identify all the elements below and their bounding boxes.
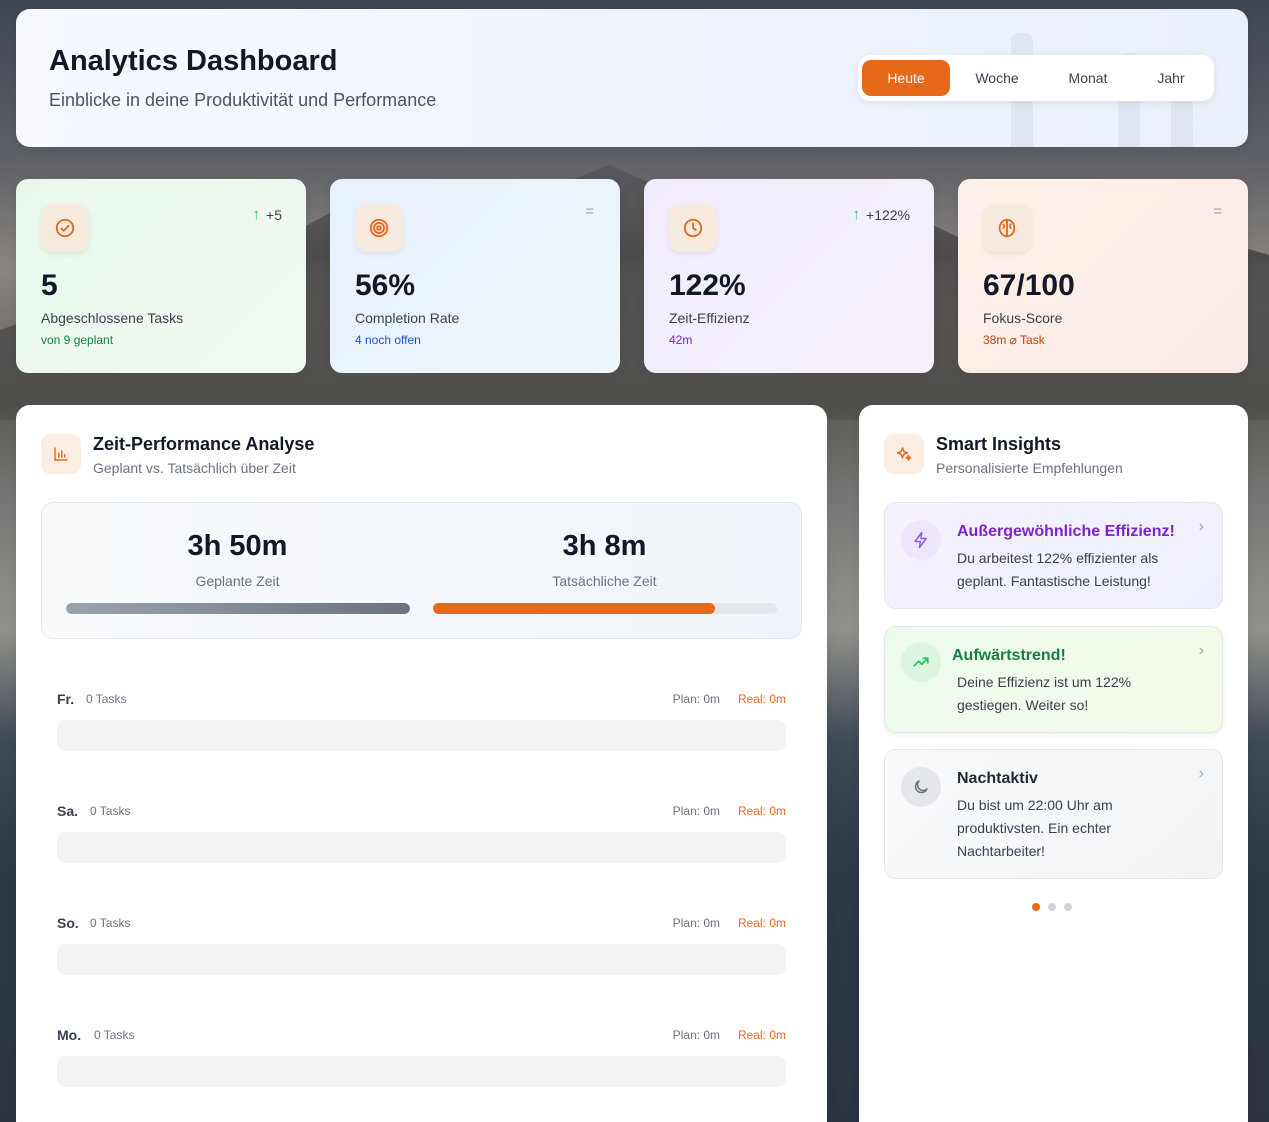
period-tab-woche[interactable]: Woche xyxy=(950,60,1044,96)
day-bar xyxy=(57,944,786,975)
period-selector: Heute Woche Monat Jahr xyxy=(858,55,1214,101)
planned-vs-actual-summary: 3h 50m Geplante Zeit 3h 8m Tatsächliche … xyxy=(41,502,802,639)
pager-dot[interactable] xyxy=(1032,903,1040,911)
trend-value: +5 xyxy=(266,206,282,223)
period-tab-monat[interactable]: Monat xyxy=(1044,60,1132,96)
day-name: So. xyxy=(57,915,79,931)
trend-indicator: ↑ +122% xyxy=(853,206,910,223)
day-plan: Plan: 0m xyxy=(672,692,720,706)
period-tab-jahr[interactable]: Jahr xyxy=(1132,60,1210,96)
day-bar xyxy=(57,720,786,751)
trend-value: +122% xyxy=(866,206,910,223)
bar-chart-icon xyxy=(41,434,81,474)
chevron-right-icon: › xyxy=(1198,642,1204,659)
actual-time-label: Tatsächliche Zeit xyxy=(552,573,657,589)
insight-title: Nachtaktiv xyxy=(957,770,1038,787)
pager-dot[interactable] xyxy=(1064,903,1072,911)
stat-value: 67/100 xyxy=(983,269,1075,302)
smart-insights-panel: Smart Insights Personalisierte Empfehlun… xyxy=(859,405,1248,1122)
target-icon xyxy=(355,204,403,252)
actual-time-value: 3h 8m xyxy=(562,530,647,562)
stat-value: 5 xyxy=(41,269,58,302)
panel-title: Smart Insights xyxy=(936,434,1062,454)
stat-note: 42m xyxy=(669,333,693,347)
insight-title: Außergewöhnliche Effizienz! xyxy=(957,523,1175,540)
brain-icon xyxy=(983,204,1031,252)
day-task-count: 0 Tasks xyxy=(90,804,131,818)
stat-card-focus: = 67/100 Fokus-Score 38m ⌀ Task xyxy=(958,179,1248,373)
trending-up-icon xyxy=(901,642,941,682)
day-real: Real: 0m xyxy=(737,916,786,930)
stat-label: Fokus-Score xyxy=(983,310,1063,326)
day-real: Real: 0m xyxy=(737,1028,786,1042)
day-name: Mo. xyxy=(57,1027,82,1043)
page-title: Analytics Dashboard xyxy=(49,45,338,77)
planned-time-value: 3h 50m xyxy=(187,530,288,562)
day-plan: Plan: 0m xyxy=(672,916,720,930)
stat-card-efficiency: ↑ +122% 122% Zeit-Effizienz 42m xyxy=(644,179,934,373)
actual-time-bar xyxy=(433,603,777,614)
panel-subtitle: Geplant vs. Tatsächlich über Zeit xyxy=(93,460,296,476)
actual-time-bar-fill xyxy=(433,603,716,614)
stat-note: von 9 geplant xyxy=(41,333,114,347)
sparkles-icon xyxy=(884,434,924,474)
equal-icon: = xyxy=(585,203,594,220)
moon-icon xyxy=(901,767,941,807)
stat-note: 38m ⌀ Task xyxy=(983,333,1045,347)
stat-label: Completion Rate xyxy=(355,310,460,326)
day-task-count: 0 Tasks xyxy=(94,1028,135,1042)
day-bar xyxy=(57,832,786,863)
stat-label: Zeit-Effizienz xyxy=(669,310,750,326)
insight-text: Du arbeitest 122% effizienter als geplan… xyxy=(957,550,1159,589)
planned-time-bar xyxy=(66,603,410,614)
check-circle-icon xyxy=(41,204,89,252)
stat-label: Abgeschlossene Tasks xyxy=(41,310,184,326)
panel-title: Zeit-Performance Analyse xyxy=(93,434,315,454)
day-task-count: 0 Tasks xyxy=(90,916,131,930)
chevron-right-icon: › xyxy=(1198,765,1204,782)
day-real: Real: 0m xyxy=(737,692,786,706)
stat-value: 122% xyxy=(669,269,746,302)
day-name: Fr. xyxy=(57,691,75,707)
day-real: Real: 0m xyxy=(737,804,786,818)
day-name: Sa. xyxy=(57,803,79,819)
trend-indicator: ↑ +5 xyxy=(253,206,282,223)
day-task-count: 0 Tasks xyxy=(86,692,127,706)
insight-text: Deine Effizienz ist um 122% gestiegen. W… xyxy=(957,674,1132,713)
lightning-icon xyxy=(901,520,941,560)
insight-text: Du bist um 22:00 Uhr am produktivsten. E… xyxy=(957,797,1113,859)
period-tab-heute[interactable]: Heute xyxy=(862,60,950,96)
dashboard-header: Analytics Dashboard Einblicke in deine P… xyxy=(16,9,1248,147)
day-plan: Plan: 0m xyxy=(672,1028,720,1042)
stat-value: 56% xyxy=(355,269,416,302)
insight-card-trend[interactable]: Aufwärtstrend! Deine Effizienz ist um 12… xyxy=(884,626,1223,733)
clock-icon xyxy=(669,204,717,252)
insights-pager xyxy=(1032,903,1072,911)
chevron-right-icon: › xyxy=(1198,518,1204,535)
day-bar xyxy=(57,1056,786,1087)
stat-note: 4 noch offen xyxy=(355,333,421,347)
day-plan: Plan: 0m xyxy=(672,804,720,818)
time-performance-panel: Zeit-Performance Analyse Geplant vs. Tat… xyxy=(16,405,827,1122)
planned-time-label: Geplante Zeit xyxy=(195,573,280,589)
insight-card-efficiency[interactable]: Außergewöhnliche Effizienz! Du arbeitest… xyxy=(884,502,1223,609)
stat-card-tasks: ↑ +5 5 Abgeschlossene Tasks von 9 geplan… xyxy=(16,179,306,373)
pager-dot[interactable] xyxy=(1048,903,1056,911)
arrow-up-icon: ↑ xyxy=(852,206,861,223)
page-subtitle: Einblicke in deine Produktivität und Per… xyxy=(49,90,437,110)
arrow-up-icon: ↑ xyxy=(252,206,261,223)
insight-card-night[interactable]: Nachtaktiv Du bist um 22:00 Uhr am produ… xyxy=(884,749,1223,879)
stat-card-completion: = 56% Completion Rate 4 noch offen xyxy=(330,179,620,373)
insight-title: Aufwärtstrend! xyxy=(952,647,1066,664)
panel-subtitle: Personalisierte Empfehlungen xyxy=(936,460,1123,476)
equal-icon: = xyxy=(1213,203,1222,220)
planned-time-bar-fill xyxy=(66,603,410,614)
